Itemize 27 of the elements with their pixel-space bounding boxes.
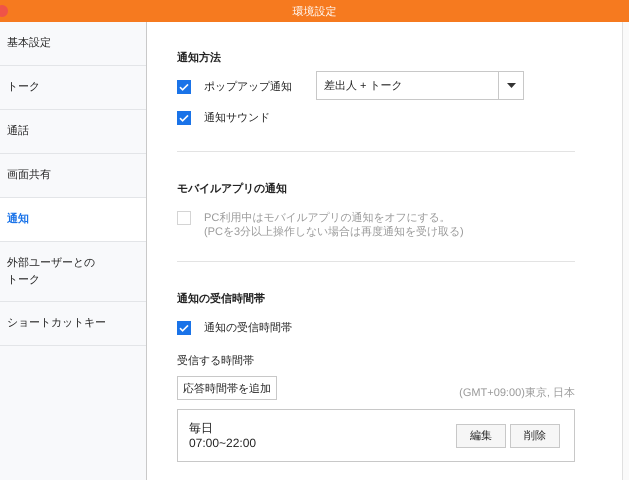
add-button[interactable]: 応答時間帯を追加 — [177, 376, 277, 400]
checkbox-label: ポップアップ通知 — [204, 80, 292, 94]
checkbox[interactable] — [177, 80, 191, 94]
sidebar-item[interactable]: トーク — [0, 66, 146, 110]
checkbox-label: 通知サウンド — [204, 110, 270, 125]
time-text: 07:00~22:00 — [189, 436, 256, 450]
section-title: 通知方法 — [177, 50, 222, 65]
sidebar-item[interactable]: 基本設定 — [0, 22, 146, 66]
checkbox-label: PC利用中はモバイルアプリの通知をオフにする。 (PCを3分以上操作しない場合は再度通知を受け取る) — [204, 210, 464, 239]
scrollbar[interactable] — [622, 22, 629, 480]
section-title: 通知の受信時間帯 — [177, 292, 266, 306]
field-label: 受信する時間帯 — [177, 354, 255, 368]
days-text: 毎日 — [189, 420, 214, 436]
window-title: 環境設定 — [292, 4, 336, 18]
sidebar-item[interactable]: 外部ユーザーとのトーク — [0, 242, 146, 302]
caret-icon — [506, 83, 516, 88]
section-title: モバイルアプリの通知 — [177, 182, 288, 196]
checkbox-label: 通知の受信時間帯 — [204, 320, 292, 335]
checkbox[interactable] — [177, 111, 191, 125]
action-button[interactable]: 削除 — [510, 424, 560, 448]
sidebar-item[interactable]: 通話 — [0, 110, 146, 154]
checkbox[interactable] — [177, 321, 191, 335]
dropdown[interactable]: 差出人 + トーク — [316, 71, 524, 100]
timezone-text: (GMT+09:00)東京, 日本 — [459, 386, 575, 400]
action-button[interactable]: 編集 — [456, 424, 506, 448]
sidebar-item[interactable]: ショートカットキー — [0, 302, 146, 346]
sidebar-item[interactable]: 通知 — [0, 198, 146, 242]
